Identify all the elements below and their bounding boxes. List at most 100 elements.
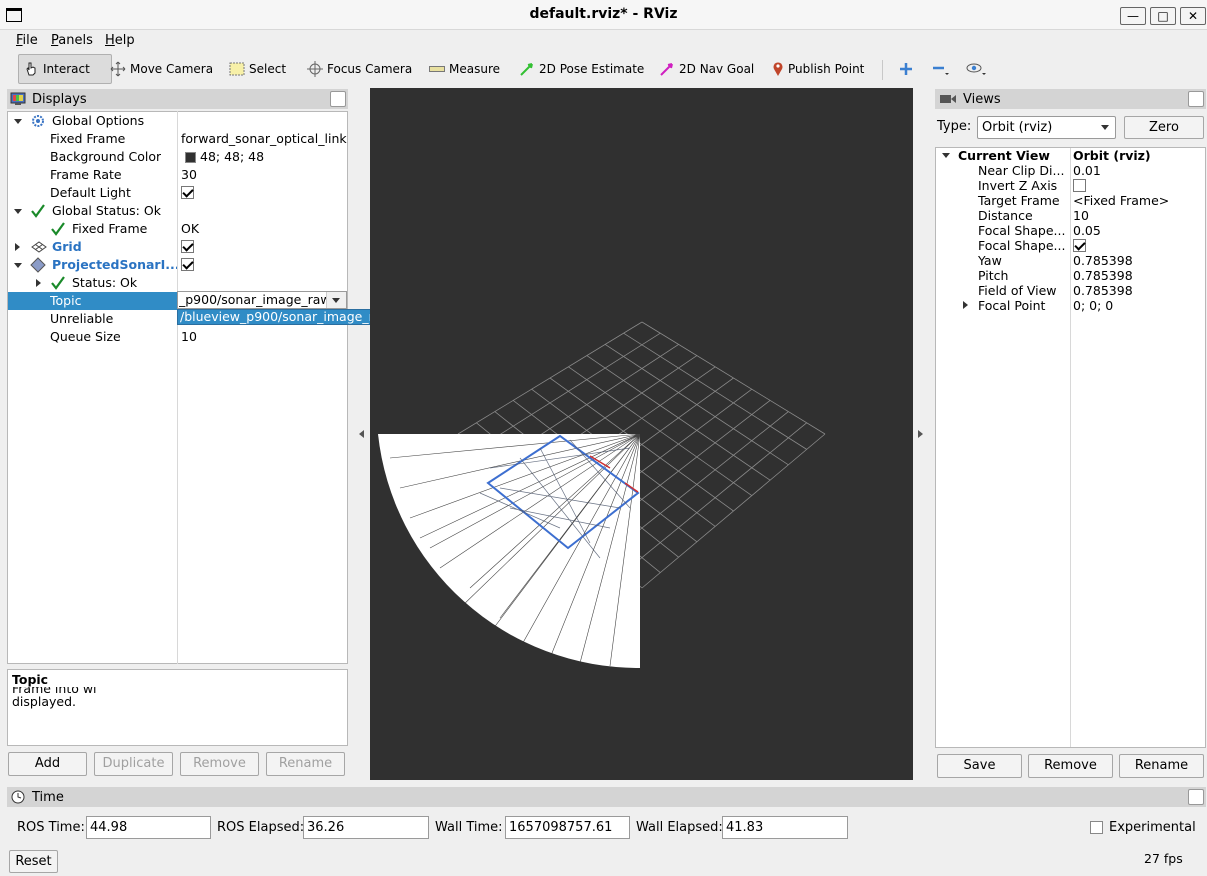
- menu-file[interactable]: File: [16, 31, 38, 51]
- collapse-arrow-icon[interactable]: [942, 153, 950, 158]
- displays-float-checkbox[interactable]: [330, 91, 346, 107]
- invert-z-checkbox[interactable]: [1073, 179, 1086, 192]
- collapse-arrow-icon[interactable]: [14, 119, 22, 124]
- fixed-frame-value[interactable]: forward_sonar_optical_link: [181, 130, 347, 148]
- experimental-checkbox[interactable]: [1090, 821, 1103, 834]
- add-tool-button[interactable]: [895, 54, 917, 84]
- publish-point-tool-button[interactable]: Publish Point: [768, 54, 868, 84]
- view-property-row[interactable]: Current View Orbit (rviz): [936, 148, 1205, 163]
- view-property-value[interactable]: 0.05: [1073, 223, 1101, 238]
- view-property-value[interactable]: 10: [1073, 208, 1089, 223]
- wall-time-label: Wall Time:: [435, 820, 503, 835]
- views-panel-header: Views: [935, 89, 1206, 109]
- view-property-value[interactable]: 0.785398: [1073, 268, 1133, 283]
- view-property-value[interactable]: 0.785398: [1073, 283, 1133, 298]
- combobox-arrow-button[interactable]: [326, 292, 346, 308]
- scene-canvas: [378, 321, 826, 669]
- move-camera-tool-button[interactable]: Move Camera: [106, 54, 217, 84]
- views-float-checkbox[interactable]: [1188, 91, 1204, 107]
- time-float-checkbox[interactable]: [1188, 789, 1204, 805]
- grid-enabled-checkbox[interactable]: [181, 240, 194, 253]
- view-property-row[interactable]: Distance 10: [936, 208, 1205, 223]
- tree-label: Global Options: [52, 113, 145, 128]
- maximize-button[interactable]: □: [1150, 7, 1176, 25]
- view-property-row[interactable]: Focal Shape...: [936, 238, 1205, 253]
- select-label: Select: [249, 62, 287, 76]
- measure-tool-button[interactable]: Measure: [425, 54, 504, 84]
- expand-arrow-icon[interactable]: [15, 243, 20, 251]
- tree-label: Frame Rate: [50, 167, 122, 182]
- default-light-checkbox[interactable]: [181, 186, 194, 199]
- expand-arrow-icon[interactable]: [36, 279, 41, 287]
- view-property-row[interactable]: Yaw 0.785398: [936, 253, 1205, 268]
- focal-shape-fixed-checkbox[interactable]: [1073, 239, 1086, 252]
- expand-arrow-icon[interactable]: [963, 301, 968, 309]
- view-property-value[interactable]: Orbit (rviz): [1073, 148, 1151, 163]
- view-property-row[interactable]: Invert Z Axis: [936, 178, 1205, 193]
- ros-elapsed-label: ROS Elapsed:: [217, 820, 305, 835]
- color-swatch[interactable]: [185, 152, 196, 163]
- topic-combobox[interactable]: _p900/sonar_image_raw: [177, 291, 347, 309]
- ros-time-field[interactable]: [86, 816, 211, 839]
- view-property-row[interactable]: Focal Point 0; 0; 0: [936, 298, 1205, 313]
- sonar-enabled-checkbox[interactable]: [181, 258, 194, 271]
- collapse-arrow-icon[interactable]: [14, 209, 22, 214]
- view-property-value[interactable]: 0; 0; 0: [1073, 298, 1113, 313]
- background-color-value[interactable]: 48; 48; 48: [200, 148, 264, 166]
- minimize-button[interactable]: —: [1120, 7, 1146, 25]
- view-options-button[interactable]: [961, 54, 991, 84]
- focus-camera-label: Focus Camera: [327, 62, 413, 76]
- rename-display-button[interactable]: Rename: [266, 752, 345, 776]
- checkmark-icon: [31, 204, 45, 218]
- ros-elapsed-field[interactable]: [303, 816, 429, 839]
- collapse-arrow-icon[interactable]: [14, 263, 22, 268]
- chevron-down-icon: [332, 298, 340, 303]
- tree-row-topic[interactable]: Topic: [8, 292, 178, 310]
- view-property-row[interactable]: Pitch 0.785398: [936, 268, 1205, 283]
- title-bar: default.rviz* - RViz — □ ✕: [0, 0, 1207, 30]
- rename-view-button[interactable]: Rename: [1119, 754, 1204, 778]
- topic-dropdown-option[interactable]: /blueview_p900/sonar_image_raw: [177, 309, 395, 325]
- select-tool-button[interactable]: Select: [225, 54, 290, 84]
- view-property-row[interactable]: Focal Shape... 0.05: [936, 223, 1205, 238]
- frame-rate-value[interactable]: 30: [181, 166, 197, 184]
- tree-label: Queue Size: [50, 329, 121, 344]
- interact-tool-button[interactable]: Interact: [18, 54, 112, 84]
- tree-label: ProjectedSonarI...: [52, 257, 178, 272]
- nav-goal-tool-button[interactable]: 2D Nav Goal: [655, 54, 758, 84]
- menu-panels[interactable]: Panels: [51, 31, 93, 51]
- save-view-button[interactable]: Save: [937, 754, 1022, 778]
- duplicate-display-button[interactable]: Duplicate: [94, 752, 173, 776]
- close-button[interactable]: ✕: [1180, 7, 1206, 25]
- collapse-left-arrow-icon[interactable]: [359, 430, 364, 438]
- view-property-value[interactable]: 0.785398: [1073, 253, 1133, 268]
- select-box-icon: [229, 62, 245, 76]
- view-property-value[interactable]: 0.01: [1073, 163, 1101, 178]
- view-property-row[interactable]: Field of View 0.785398: [936, 283, 1205, 298]
- wall-elapsed-label: Wall Elapsed:: [636, 820, 723, 835]
- views-title: Views: [963, 91, 1001, 107]
- wall-elapsed-field[interactable]: [722, 816, 848, 839]
- view-property-row[interactable]: Near Clip Di... 0.01: [936, 163, 1205, 178]
- view-property-value[interactable]: <Fixed Frame>: [1073, 193, 1169, 208]
- pose-estimate-tool-button[interactable]: 2D Pose Estimate: [515, 54, 648, 84]
- zero-button[interactable]: Zero: [1124, 116, 1204, 139]
- view-type-select[interactable]: Orbit (rviz): [977, 116, 1116, 139]
- help-title: Topic: [12, 672, 49, 687]
- view-property-row[interactable]: Target Frame <Fixed Frame>: [936, 193, 1205, 208]
- focus-camera-tool-button[interactable]: Focus Camera: [303, 54, 416, 84]
- wall-time-field[interactable]: [505, 816, 630, 839]
- checkmark-icon: [51, 222, 65, 236]
- add-display-button[interactable]: Add: [8, 752, 87, 776]
- render-viewport[interactable]: [370, 88, 913, 780]
- remove-tool-button[interactable]: [928, 54, 954, 84]
- menu-help[interactable]: Help: [105, 31, 135, 51]
- queue-size-value[interactable]: 10: [181, 328, 197, 346]
- sonar-fan-image: [378, 433, 641, 669]
- time-panel-header: Time: [7, 787, 1206, 807]
- collapse-right-arrow-icon[interactable]: [918, 430, 923, 438]
- remove-view-button[interactable]: Remove: [1028, 754, 1113, 778]
- remove-display-button[interactable]: Remove: [180, 752, 259, 776]
- reset-button[interactable]: Reset: [9, 850, 58, 873]
- hand-pointer-icon: [26, 62, 36, 76]
